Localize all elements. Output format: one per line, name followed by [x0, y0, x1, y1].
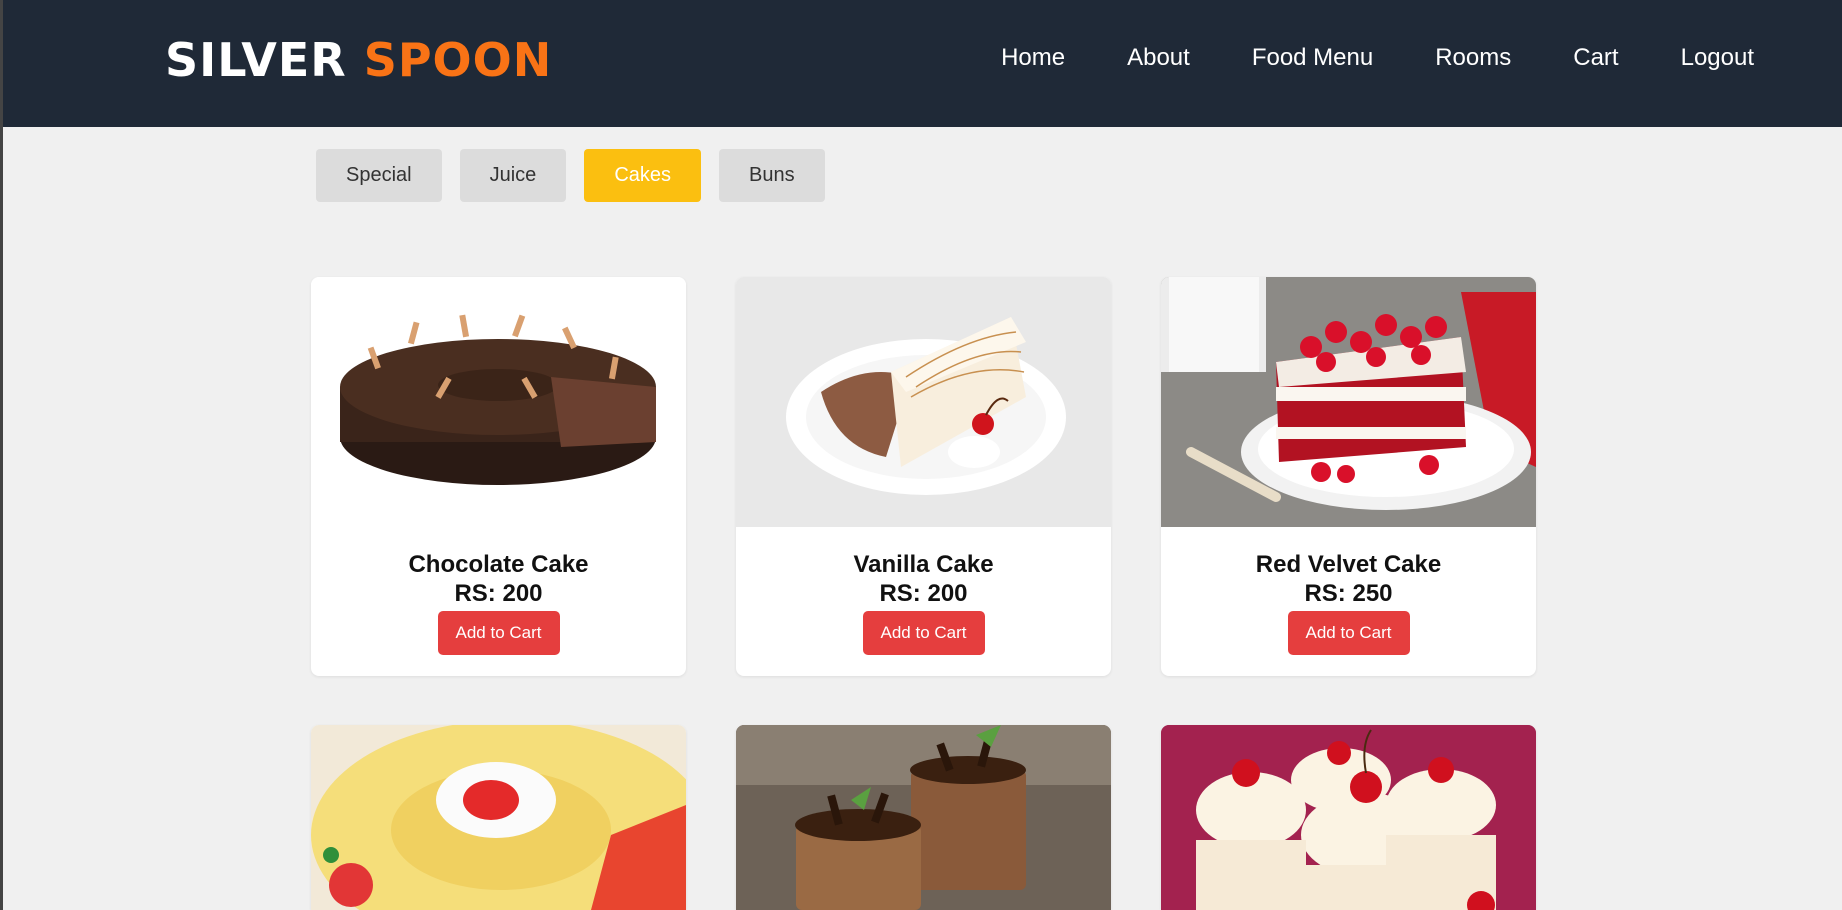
product-info: Chocolate Cake RS: 200 Add to Cart — [311, 550, 686, 655]
add-to-cart-button[interactable]: Add to Cart — [1287, 611, 1410, 655]
brand-part1: SILVER — [165, 33, 347, 87]
product-card: Vanilla Cake RS: 200 Add to Cart — [736, 277, 1111, 676]
product-card: Red Velvet Cake RS: 250 Add to Cart — [1161, 277, 1536, 676]
tab-special[interactable]: Special — [316, 149, 442, 202]
product-card — [1161, 725, 1536, 910]
tab-juice[interactable]: Juice — [459, 149, 567, 202]
product-price: RS: 200 — [879, 580, 968, 607]
mini-chocolate-cakes-image — [736, 725, 1111, 910]
brand-part2: SPOON — [363, 33, 553, 87]
vanilla-cake-image — [736, 277, 1111, 527]
product-name: Vanilla Cake — [853, 551, 994, 578]
tab-cakes[interactable]: Cakes — [584, 149, 702, 202]
brand-logo[interactable]: SILVER SPOON — [165, 33, 552, 87]
main-nav: Home About Food Menu Rooms Cart Logout — [1001, 44, 1754, 72]
product-name: Red Velvet Cake — [1255, 551, 1442, 578]
nav-logout[interactable]: Logout — [1681, 44, 1754, 72]
nav-rooms[interactable]: Rooms — [1435, 44, 1511, 72]
swiss-roll-image — [311, 725, 686, 910]
product-price: RS: 200 — [454, 580, 543, 607]
product-price: RS: 250 — [1304, 580, 1393, 607]
nav-about[interactable]: About — [1127, 44, 1190, 72]
product-info: Red Velvet Cake RS: 250 Add to Cart — [1161, 550, 1536, 655]
category-tabs: Special Juice Cakes Buns — [316, 149, 825, 202]
tab-buns[interactable]: Buns — [719, 149, 825, 202]
site-header: SILVER SPOON Home About Food Menu Rooms … — [3, 0, 1842, 127]
red-velvet-cake-image — [1161, 277, 1536, 527]
window-edge — [0, 0, 3, 910]
product-name: Chocolate Cake — [408, 551, 589, 578]
cherry-cupcakes-image — [1161, 725, 1536, 910]
product-card: Chocolate Cake RS: 200 Add to Cart — [311, 277, 686, 676]
chocolate-cake-image — [311, 277, 686, 527]
nav-home[interactable]: Home — [1001, 44, 1065, 72]
nav-food-menu[interactable]: Food Menu — [1252, 44, 1373, 72]
add-to-cart-button[interactable]: Add to Cart — [437, 611, 560, 655]
product-card — [736, 725, 1111, 910]
add-to-cart-button[interactable]: Add to Cart — [862, 611, 985, 655]
product-card — [311, 725, 686, 910]
nav-cart[interactable]: Cart — [1573, 44, 1618, 72]
product-info: Vanilla Cake RS: 200 Add to Cart — [736, 550, 1111, 655]
